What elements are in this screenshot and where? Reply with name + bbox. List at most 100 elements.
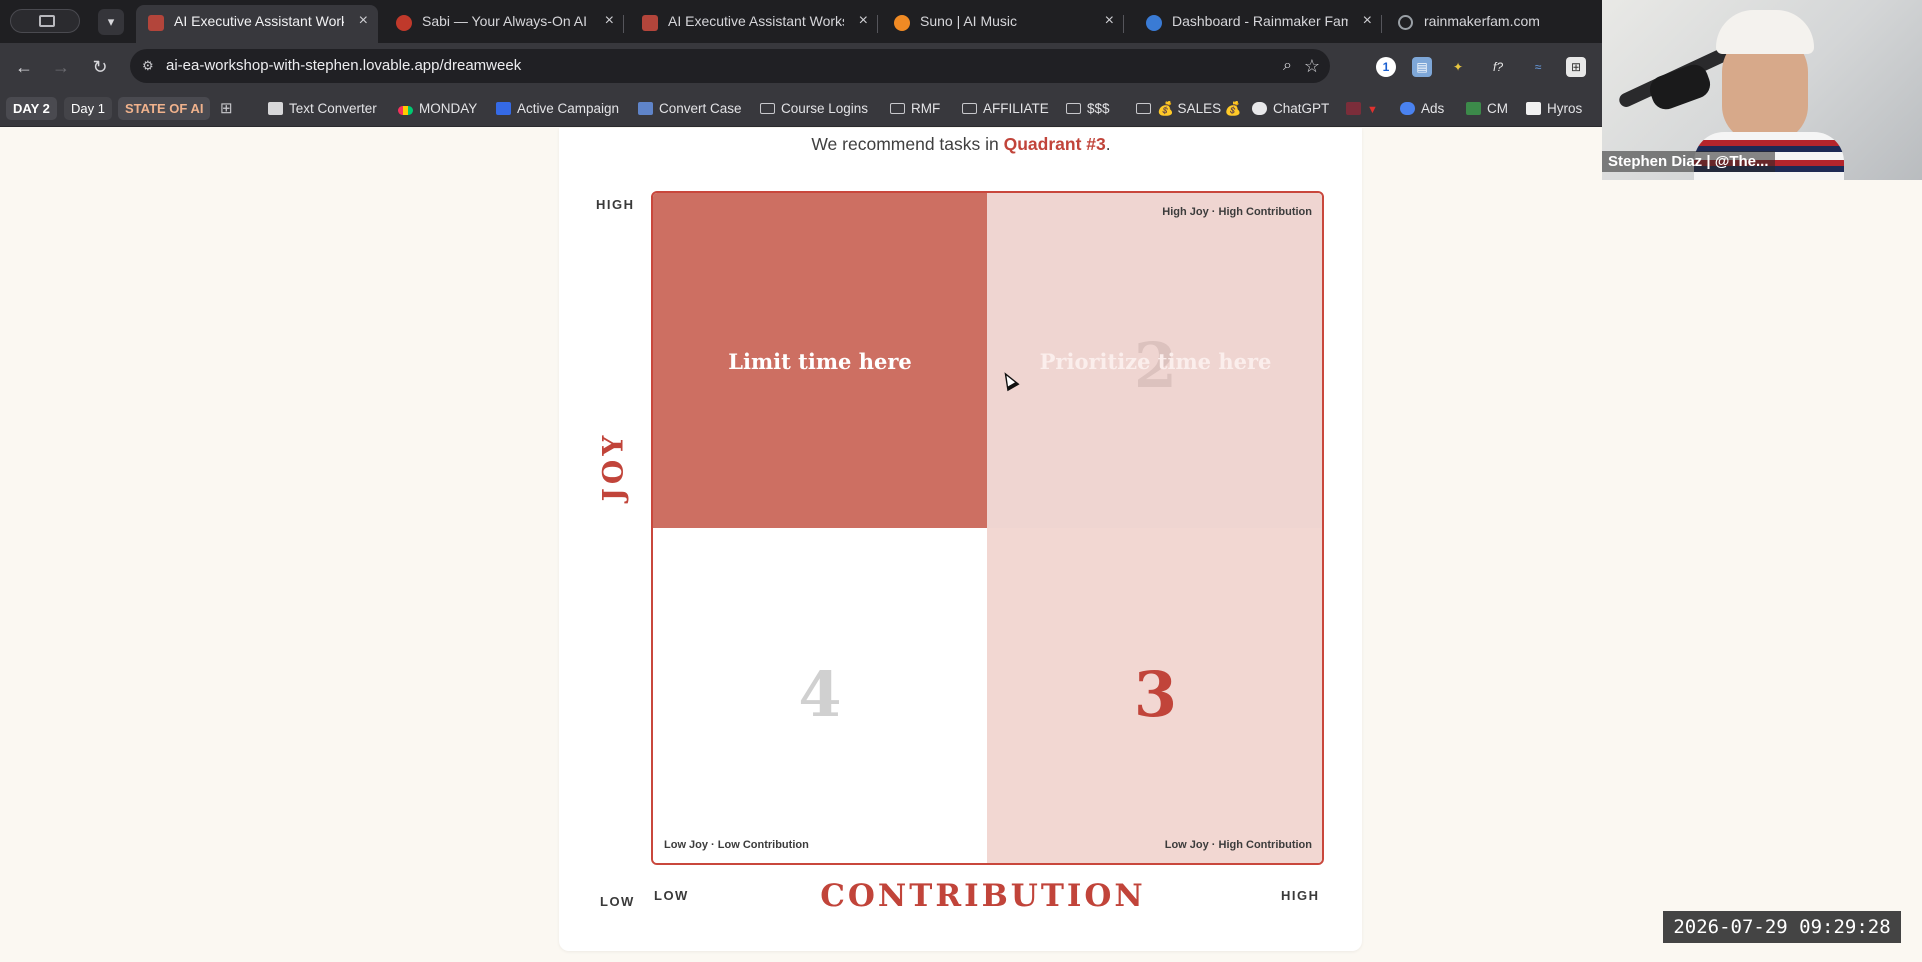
address-bar[interactable]: ⚙ ai-ea-workshop-with-stephen.lovable.ap…: [130, 49, 1330, 83]
broom-extension-icon[interactable]: ✦: [1448, 57, 1468, 77]
bookmark-folder-sales[interactable]: 💰 SALES 💰: [1136, 90, 1242, 127]
bookmark-ads[interactable]: Ads: [1400, 90, 1444, 127]
password-manager-extension-icon[interactable]: 1: [1376, 57, 1396, 77]
bookmark-chart-dropdown[interactable]: ▼: [1346, 90, 1378, 127]
reload-icon[interactable]: ↻: [87, 54, 113, 80]
bookmark-folder-money[interactable]: $$$: [1066, 90, 1110, 127]
bookmark-label: CM: [1487, 101, 1508, 116]
browser-toolbar: ← → ↻ ⚙ ai-ea-workshop-with-stephen.lova…: [0, 43, 1602, 90]
tab-favicon-icon: [396, 15, 412, 31]
webcam-overlay: Stephen Diaz | @The...: [1602, 0, 1922, 180]
screenshot-extension-icon[interactable]: ▤: [1412, 57, 1432, 77]
quadrant-2-corner-label: High Joy · High Contribution: [1162, 206, 1312, 218]
tab-close-icon[interactable]: ×: [1105, 5, 1114, 37]
forward-icon[interactable]: →: [48, 54, 74, 80]
tab-2[interactable]: AI Executive Assistant Works ×: [630, 5, 878, 43]
quadrant-3-number: 3: [1133, 658, 1178, 731]
red-caret-icon: ▼: [1367, 104, 1378, 116]
bookmark-day1[interactable]: Day 1: [64, 97, 112, 120]
tab-favicon-icon: [148, 15, 164, 31]
y-axis-high-label: HIGH: [596, 197, 635, 212]
tab-separator: [623, 15, 624, 33]
tab-title: Dashboard - Rainmaker Famil: [1172, 13, 1348, 29]
back-icon[interactable]: ←: [11, 54, 37, 80]
bookmark-text-converter[interactable]: Text Converter: [268, 90, 377, 127]
bookmark-day2[interactable]: DAY 2: [6, 97, 57, 120]
tab-favicon-icon: [1146, 15, 1162, 31]
tab-separator: [1381, 15, 1382, 33]
recommended-quadrant: Quadrant #3: [1003, 134, 1106, 154]
quadrant-2-title: Prioritize time here: [1039, 349, 1272, 374]
bookmark-active-campaign[interactable]: Active Campaign: [496, 90, 619, 127]
active-campaign-icon: [496, 102, 511, 115]
chart-icon: [1346, 102, 1361, 115]
folder-icon: [962, 103, 977, 114]
tab-title: Sabi — Your Always-On AI As: [422, 13, 590, 29]
chatgpt-icon: [1252, 102, 1267, 115]
tab-search-button[interactable]: [10, 9, 80, 33]
bookmark-convert-case[interactable]: Convert Case: [638, 90, 742, 127]
apps-grid-icon[interactable]: ⊞: [220, 90, 233, 127]
bookmark-star-icon[interactable]: ☆: [1304, 49, 1320, 83]
quadrant-1-title: Limit time here: [728, 349, 912, 374]
tab-list-dropdown[interactable]: ▾: [98, 9, 124, 35]
bookmark-label: RMF: [911, 101, 941, 116]
bookmark-chatgpt[interactable]: ChatGPT: [1252, 90, 1329, 127]
wave-extension-icon[interactable]: ≈: [1528, 57, 1548, 77]
quadrant-2[interactable]: 2 Prioritize time here High Joy · High C…: [987, 193, 1322, 528]
bookmark-label: ChatGPT: [1273, 101, 1330, 116]
folder-icon: [890, 103, 905, 114]
bookmark-folder-course-logins[interactable]: Course Logins: [760, 90, 868, 127]
bookmark-label: MONDAY: [419, 101, 478, 116]
extensions-puzzle-icon[interactable]: ⊞: [1566, 57, 1586, 77]
quadrant-3-corner-label: Low Joy · High Contribution: [1164, 839, 1312, 851]
x-axis-high-label: HIGH: [1281, 888, 1320, 903]
bookmark-folder-rmf[interactable]: RMF: [890, 90, 940, 127]
bookmark-label: $$$: [1087, 101, 1110, 116]
quadrant-3[interactable]: 3 Low Joy · High Contribution: [987, 528, 1322, 863]
zoom-icon[interactable]: ⌕: [1283, 49, 1292, 83]
recommendation-prefix: We recommend tasks in: [811, 134, 999, 154]
tab-close-icon[interactable]: ×: [359, 5, 368, 37]
bookmark-label: 💰 SALES 💰: [1157, 101, 1242, 116]
bookmark-hyros[interactable]: Hyros: [1526, 90, 1582, 127]
folder-icon: [1066, 103, 1081, 114]
tab-strip: ▾ AI Executive Assistant Works × Sabi — …: [0, 0, 1602, 43]
meta-icon: [1400, 102, 1415, 115]
folder-icon: [1136, 103, 1151, 114]
font-extension-icon[interactable]: f?: [1488, 57, 1508, 77]
bookmark-monday[interactable]: MONDAY: [398, 90, 477, 127]
tab-1[interactable]: Sabi — Your Always-On AI As ×: [384, 5, 624, 43]
bookmark-label: Text Converter: [289, 101, 377, 116]
cm-icon: [1466, 102, 1481, 115]
y-axis-title: JOY: [590, 428, 650, 508]
site-info-icon[interactable]: ⚙: [142, 58, 158, 74]
joy-contribution-matrix: Limit time here 2 Prioritize time here H…: [651, 191, 1324, 865]
tab-4[interactable]: Dashboard - Rainmaker Famil ×: [1134, 5, 1382, 43]
tab-0[interactable]: AI Executive Assistant Works ×: [136, 5, 378, 43]
quadrant-1[interactable]: Limit time here: [653, 193, 987, 528]
tab-3[interactable]: Suno | AI Music ×: [882, 5, 1124, 43]
x-axis-title: CONTRIBUTION: [820, 878, 1146, 914]
tab-close-icon[interactable]: ×: [605, 5, 614, 37]
tab-5[interactable]: rainmakerfam.com: [1386, 5, 1596, 43]
tab-close-icon[interactable]: ×: [1363, 5, 1372, 37]
bookmark-label: Course Logins: [781, 101, 869, 116]
bookmark-state-of-ai[interactable]: STATE OF AI: [118, 97, 211, 120]
presenter-cap: [1716, 10, 1814, 54]
quadrant-4[interactable]: 4 Low Joy · Low Contribution: [653, 528, 987, 863]
bookmarks-bar: DAY 2 Day 1 STATE OF AI ⊞ Text Converter…: [0, 90, 1602, 127]
quadrant-4-number: 4: [798, 658, 842, 731]
bookmark-label: Convert Case: [659, 101, 742, 116]
bookmark-label: AFFILIATE: [983, 101, 1049, 116]
bookmark-label: Ads: [1421, 101, 1445, 116]
tab-separator: [877, 15, 878, 33]
document-icon: [268, 102, 283, 115]
folder-icon: [760, 103, 775, 114]
bookmark-label: Active Campaign: [517, 101, 620, 116]
bookmark-folder-affiliate[interactable]: AFFILIATE: [962, 90, 1049, 127]
bookmark-cm[interactable]: CM: [1466, 90, 1508, 127]
url-text[interactable]: ai-ea-workshop-with-stephen.lovable.app/…: [166, 49, 521, 83]
tab-close-icon[interactable]: ×: [859, 5, 868, 37]
tab-title: rainmakerfam.com: [1424, 13, 1540, 29]
